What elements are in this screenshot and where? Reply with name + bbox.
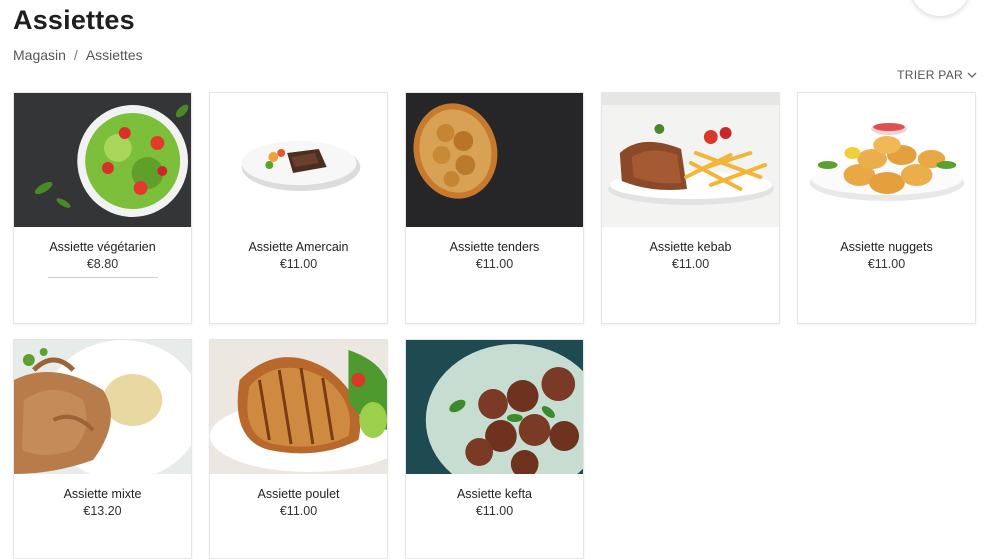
sort-dropdown[interactable]: TRIER PAR [897, 68, 977, 82]
product-price: €8.80 [86, 257, 119, 271]
sort-label: TRIER PAR [897, 68, 963, 82]
product-price: €13.20 [83, 504, 122, 518]
product-name: Assiette kefta [456, 487, 533, 501]
product-card[interactable]: Assiette mixte €13.20 [13, 339, 192, 559]
product-price: €11.00 [867, 257, 906, 271]
product-image-steak [210, 93, 387, 227]
product-name: Assiette Amercain [248, 240, 349, 254]
product-price: €11.00 [279, 504, 318, 518]
product-price: €11.00 [475, 257, 514, 271]
product-name: Assiette poulet [257, 487, 340, 501]
product-image-tenders [406, 93, 583, 227]
product-card[interactable]: Assiette kefta €11.00 [405, 339, 584, 559]
product-price: €11.00 [279, 257, 318, 271]
product-image-kebab [602, 93, 779, 227]
breadcrumb-item-current: Assiettes [85, 47, 143, 63]
product-image-poulet [210, 340, 387, 474]
product-name: Assiette végétarien [49, 240, 156, 254]
product-image-nuggets [798, 93, 975, 227]
product-name: Assiette kebab [649, 240, 732, 254]
product-card[interactable]: Assiette végétarien €8.80 [13, 92, 192, 324]
product-card[interactable]: Assiette tenders €11.00 [405, 92, 584, 324]
breadcrumb-separator: / [73, 47, 78, 63]
product-name: Assiette mixte [63, 487, 142, 501]
chevron-down-icon [967, 72, 977, 78]
product-card[interactable]: Assiette poulet €11.00 [209, 339, 388, 559]
product-image-kefta [406, 340, 583, 474]
floating-round-button[interactable] [910, 0, 970, 16]
hover-underline [47, 277, 158, 278]
product-card[interactable]: Assiette Amercain €11.00 [209, 92, 388, 324]
product-price: €11.00 [671, 257, 710, 271]
breadcrumb-item-magasin[interactable]: Magasin [13, 47, 66, 63]
product-name: Assiette tenders [449, 240, 540, 254]
product-price: €11.00 [475, 504, 514, 518]
page-title: Assiettes [13, 5, 135, 35]
product-card[interactable]: Assiette nuggets €11.00 [797, 92, 976, 324]
product-image-salad [14, 93, 191, 227]
product-name: Assiette nuggets [840, 240, 933, 254]
product-image-mixte [14, 340, 191, 474]
breadcrumb: Magasin / Assiettes [13, 47, 143, 63]
product-card[interactable]: Assiette kebab €11.00 [601, 92, 780, 324]
